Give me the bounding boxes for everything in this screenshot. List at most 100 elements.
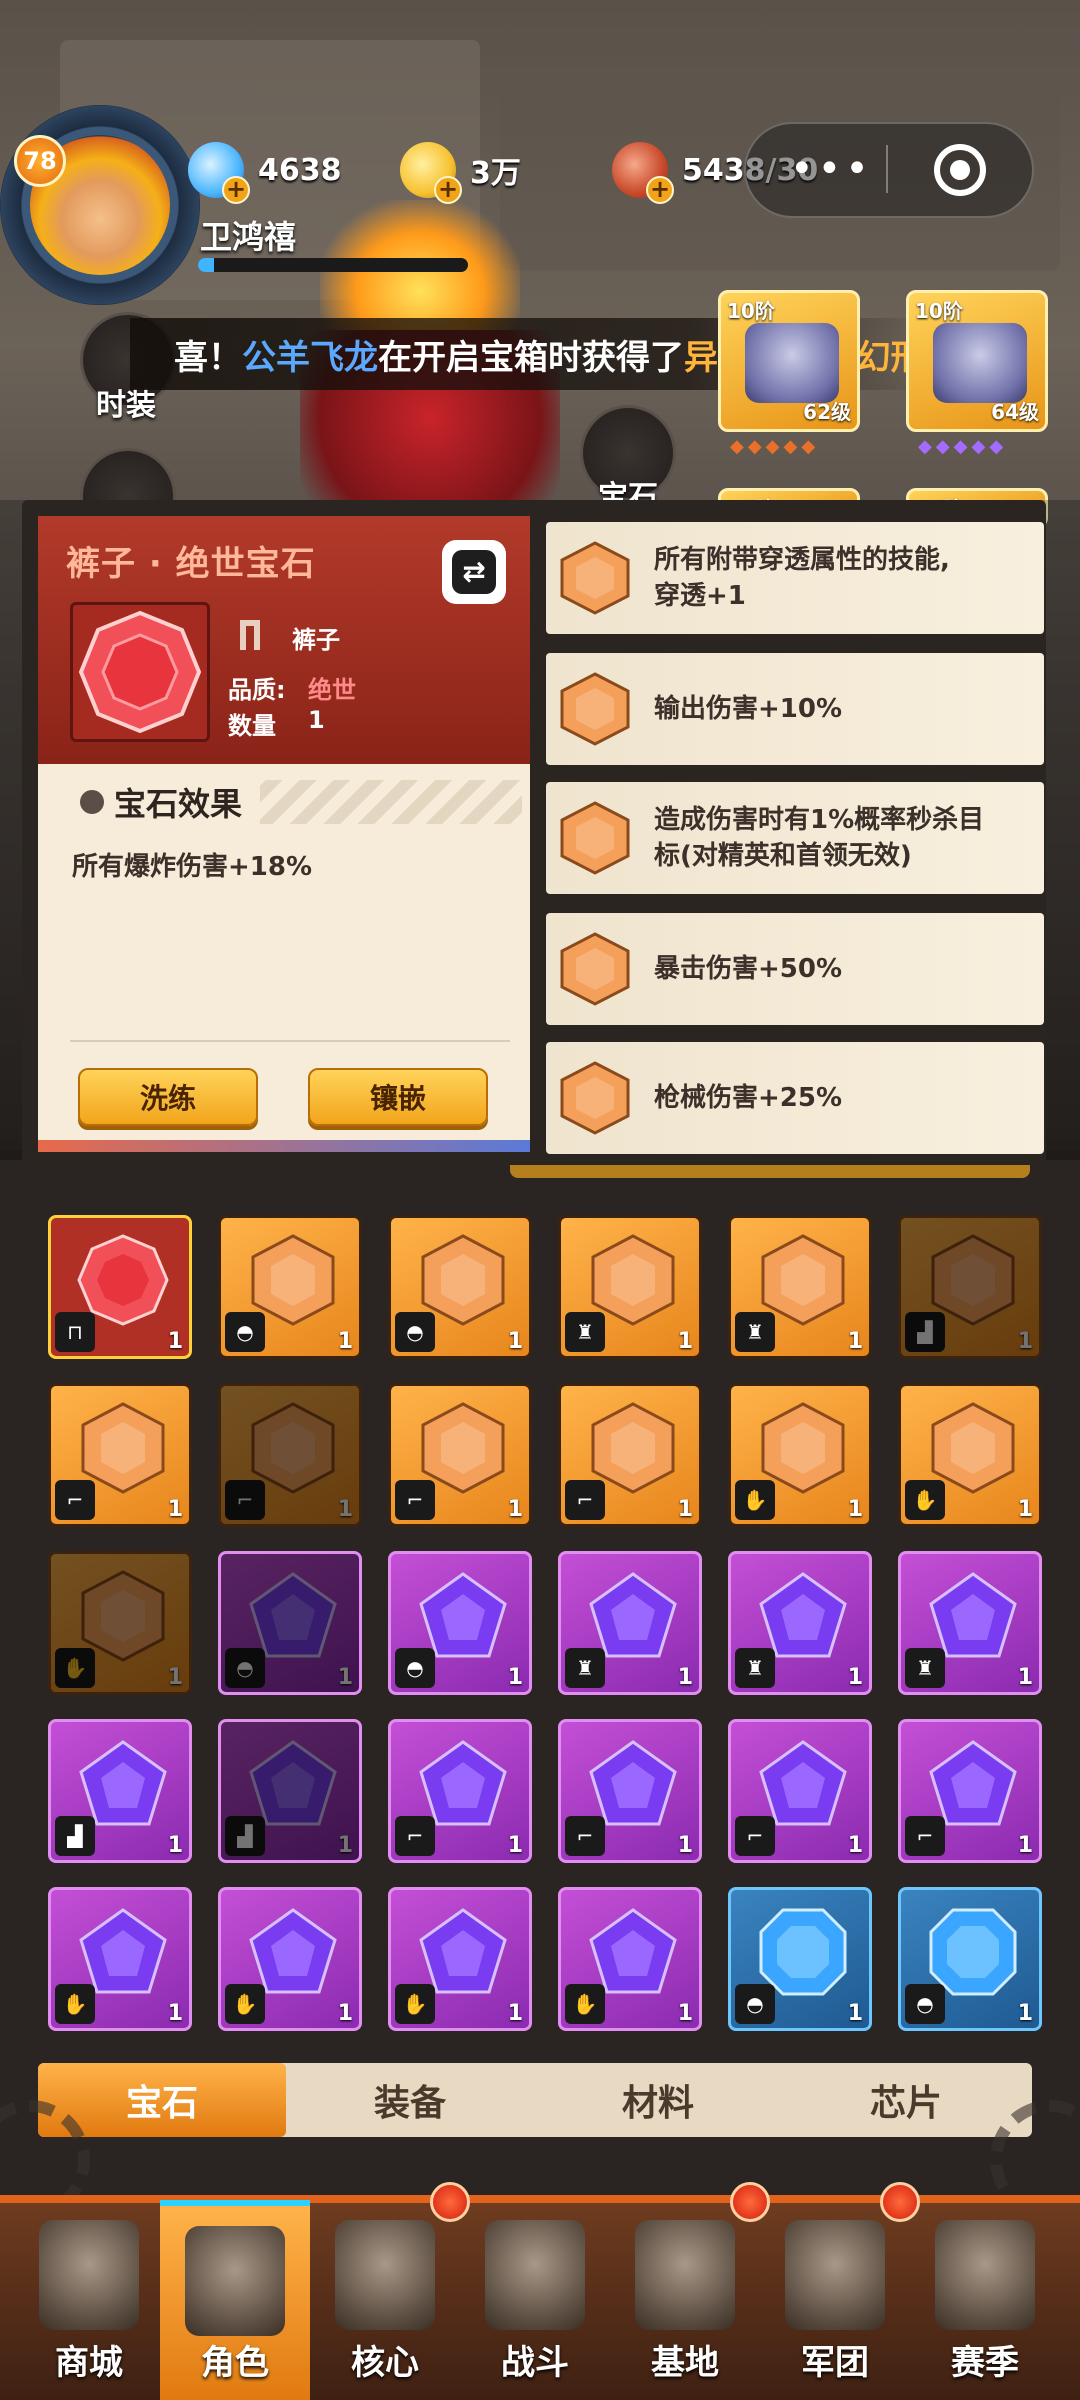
player-level-badge: 78 bbox=[14, 135, 66, 187]
gem-count: 1 bbox=[677, 1329, 693, 1354]
character-icon bbox=[185, 2226, 285, 2336]
nav-character[interactable]: 角色 bbox=[160, 2200, 310, 2400]
effect-option[interactable]: 暴击伤害+50% bbox=[546, 913, 1044, 1025]
base-icon bbox=[635, 2220, 735, 2330]
gem-slot[interactable]: ✋ 1 bbox=[898, 1383, 1042, 1527]
effect-text: 暴击伤害+50% bbox=[654, 954, 843, 984]
gem-slot[interactable]: ⊓ 1 bbox=[48, 1215, 192, 1359]
tab-chips[interactable]: 芯片 bbox=[782, 2063, 1030, 2137]
gem-count: 1 bbox=[167, 1329, 183, 1354]
gem-slot[interactable]: ♜ 1 bbox=[558, 1551, 702, 1695]
equipment-level: 64级 bbox=[991, 400, 1039, 424]
gem-slot[interactable]: ⌐ 1 bbox=[558, 1719, 702, 1863]
gem-count: 1 bbox=[847, 1329, 863, 1354]
resource-gems[interactable]: + 4638 bbox=[188, 142, 342, 204]
equipment-card[interactable]: 10阶 62级 bbox=[718, 290, 860, 432]
nav-legion[interactable]: 军团 bbox=[760, 2200, 910, 2400]
equipment-card[interactable]: 10阶 64级 bbox=[906, 290, 1048, 432]
purple-gem-icon bbox=[249, 1740, 337, 1826]
gem-slot[interactable]: ◓ 1 bbox=[388, 1215, 532, 1359]
gem-count: 1 bbox=[1017, 1497, 1033, 1522]
inlay-button[interactable]: 镶嵌 bbox=[308, 1068, 488, 1126]
gem-slot[interactable]: ⌐ 1 bbox=[898, 1719, 1042, 1863]
nav-shop[interactable]: 商城 bbox=[14, 2200, 164, 2400]
nav-label: 战斗 bbox=[501, 2343, 569, 2383]
gem-slot[interactable]: ✋ 1 bbox=[218, 1887, 362, 2031]
swap-button[interactable]: ⇄ bbox=[442, 540, 506, 604]
gem-slot[interactable]: ♜ 1 bbox=[728, 1551, 872, 1695]
gem-slot[interactable]: ⌐ 1 bbox=[728, 1719, 872, 1863]
effect-text: 标(对精英和首领无效) bbox=[654, 841, 912, 871]
nav-season[interactable]: 赛季 bbox=[910, 2200, 1060, 2400]
armor-icon: ♜ bbox=[565, 1648, 605, 1688]
effect-option[interactable]: 所有附带穿透属性的技能, 穿透+1 bbox=[546, 522, 1044, 634]
effect-option[interactable]: 造成伤害时有1%概率秒杀目 标(对精英和首领无效) bbox=[546, 782, 1044, 894]
gem-slot[interactable]: ⌐ 1 bbox=[558, 1383, 702, 1527]
gem-slot[interactable]: ▟ 1 bbox=[898, 1215, 1042, 1359]
gem-slot[interactable]: ♜ 1 bbox=[898, 1551, 1042, 1695]
gem-count: 1 bbox=[847, 1665, 863, 1690]
gem-effect-description: 所有爆炸伤害+18% bbox=[72, 852, 313, 882]
gem-title: 裤子 · 绝世宝石 bbox=[66, 544, 316, 584]
quality-label: 品质: bbox=[228, 676, 286, 704]
glove-icon: ✋ bbox=[905, 1480, 945, 1520]
glove-icon: ✋ bbox=[395, 1984, 435, 2024]
add-gems-icon[interactable]: + bbox=[222, 176, 250, 204]
tab-materials[interactable]: 材料 bbox=[534, 2063, 782, 2137]
pants-icon: ⊓ bbox=[55, 1312, 95, 1352]
refine-button[interactable]: 洗练 bbox=[78, 1068, 258, 1126]
gem-slot[interactable]: ▟ 1 bbox=[218, 1719, 362, 1863]
close-target-icon[interactable] bbox=[934, 144, 986, 196]
more-options-button[interactable]: ••• bbox=[790, 146, 873, 192]
gem-slot[interactable]: ◓ 1 bbox=[218, 1215, 362, 1359]
orange-gem-icon bbox=[560, 541, 630, 615]
coins-value: 3万 bbox=[470, 156, 521, 191]
marquee-player: 公羊飞龙 bbox=[242, 337, 378, 378]
gem-slot[interactable]: ✋ 1 bbox=[728, 1383, 872, 1527]
effect-option[interactable]: 枪械伤害+25% bbox=[546, 1042, 1044, 1154]
swap-icon: ⇄ bbox=[452, 550, 496, 594]
gem-slot[interactable]: ✋ 1 bbox=[388, 1887, 532, 2031]
orange-gem-icon bbox=[931, 1234, 1015, 1326]
star-diamonds: ◆◆◆◆◆ bbox=[730, 436, 820, 457]
gem-count: 1 bbox=[337, 1497, 353, 1522]
gem-count: 1 bbox=[507, 2001, 523, 2026]
gem-count: 1 bbox=[167, 1665, 183, 1690]
orange-gem-icon bbox=[560, 801, 630, 875]
nav-label: 基地 bbox=[651, 2343, 719, 2383]
gem-slot[interactable]: ✋ 1 bbox=[558, 1887, 702, 2031]
armor-icon: ♜ bbox=[735, 1648, 775, 1688]
gem-slot[interactable]: ⌐ 1 bbox=[388, 1383, 532, 1527]
gem-slot[interactable]: ◓ 1 bbox=[898, 1887, 1042, 2031]
gem-slot[interactable]: ◓ 1 bbox=[728, 1887, 872, 2031]
red-gem-icon bbox=[78, 610, 202, 734]
gem-count: 1 bbox=[677, 1665, 693, 1690]
gem-slot[interactable]: ♜ 1 bbox=[728, 1215, 872, 1359]
add-stamina-icon[interactable]: + bbox=[646, 176, 674, 204]
gem-slot[interactable]: ◓ 1 bbox=[218, 1551, 362, 1695]
helmet-icon: ◓ bbox=[905, 1984, 945, 2024]
nav-base[interactable]: 基地 bbox=[610, 2200, 760, 2400]
gem-slot[interactable]: ⌐ 1 bbox=[218, 1383, 362, 1527]
add-coins-icon[interactable]: + bbox=[434, 176, 462, 204]
gem-preview bbox=[70, 602, 210, 742]
notification-dot bbox=[730, 2182, 770, 2222]
resource-coins[interactable]: + 3万 bbox=[400, 142, 521, 204]
shop-icon bbox=[39, 2220, 139, 2330]
effect-option[interactable]: 输出伤害+10% bbox=[546, 653, 1044, 765]
gem-count: 1 bbox=[167, 1833, 183, 1858]
nav-battle[interactable]: 战斗 bbox=[460, 2200, 610, 2400]
gem-slot[interactable]: ⌐ 1 bbox=[48, 1383, 192, 1527]
gem-slot[interactable]: ⌐ 1 bbox=[388, 1719, 532, 1863]
gem-slot[interactable]: ♜ 1 bbox=[558, 1215, 702, 1359]
nav-core[interactable]: 核心 bbox=[310, 2200, 460, 2400]
glove-icon: ✋ bbox=[565, 1984, 605, 2024]
gem-slot[interactable]: ✋ 1 bbox=[48, 1887, 192, 2031]
gem-slot[interactable]: ▟ 1 bbox=[48, 1719, 192, 1863]
nav-label: 核心 bbox=[351, 2343, 419, 2383]
gem-count: 1 bbox=[1017, 1833, 1033, 1858]
tab-equipment[interactable]: 装备 bbox=[286, 2063, 534, 2137]
gem-slot[interactable]: ◓ 1 bbox=[388, 1551, 532, 1695]
gem-effect-header: 宝石效果 bbox=[62, 780, 261, 824]
gem-slot[interactable]: ✋ 1 bbox=[48, 1551, 192, 1695]
